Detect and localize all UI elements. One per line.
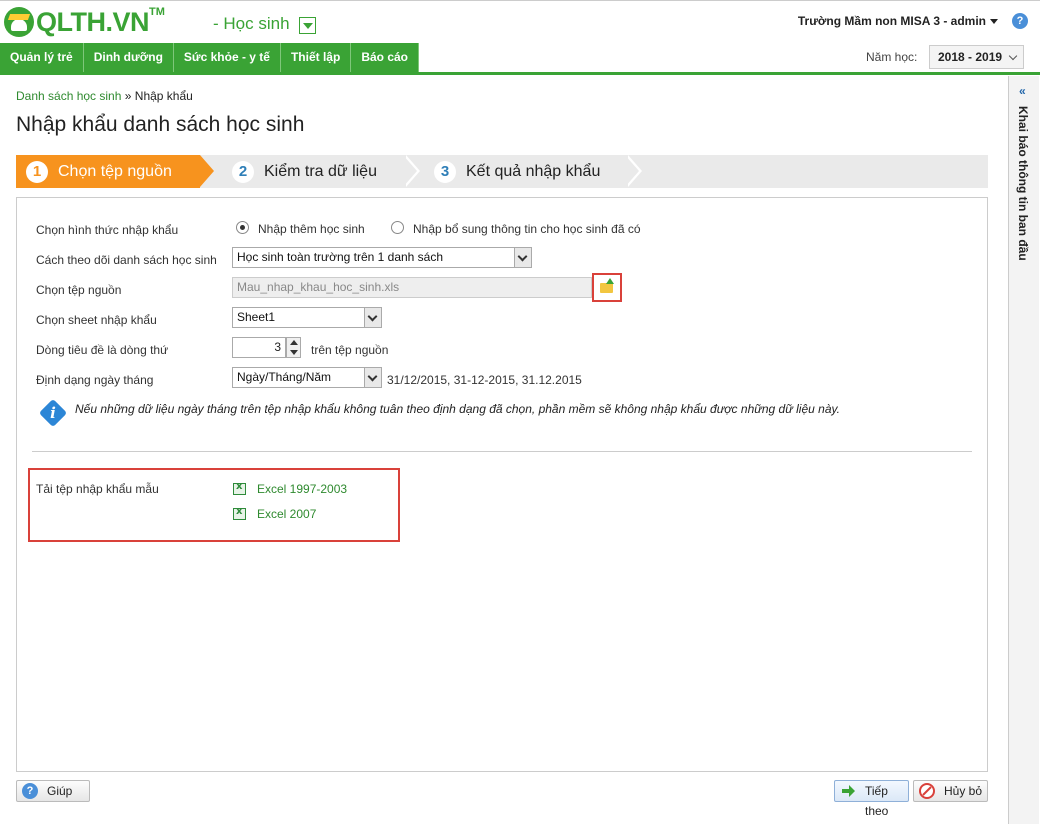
school-user-menu[interactable]: Trường Mầm non MISA 3 - admin xyxy=(798,14,998,28)
step-label: Kiểm tra dữ liệu xyxy=(264,162,377,180)
sheet-select[interactable]: Sheet1 xyxy=(232,307,382,328)
date-format-value: Ngày/Tháng/Năm xyxy=(237,370,332,384)
graduation-cap-icon xyxy=(4,7,34,37)
caret-down-icon xyxy=(990,19,998,25)
step-arrow xyxy=(200,155,214,187)
breadcrumb-separator: » xyxy=(124,89,132,103)
module-dropdown-icon[interactable] xyxy=(299,17,316,34)
header-row-stepper[interactable] xyxy=(286,337,301,358)
header-row-suffix: trên tệp nguồn xyxy=(311,343,389,357)
logo-text: QLTH.VN xyxy=(36,6,150,37)
side-panel-title: Khai báo thông tin ban đầu xyxy=(1016,106,1030,261)
template-label: Tải tệp nhập khẩu mẫu xyxy=(36,482,159,496)
wizard-steps: 1 Chọn tệp nguồn 2 Kiểm tra dữ liệu 3 Kế… xyxy=(16,155,988,188)
folder-open-icon xyxy=(600,283,613,293)
header-row-input[interactable]: 3 xyxy=(232,337,286,358)
school-year-label: Năm học: xyxy=(866,50,918,64)
cancel-button-label: Hủy bỏ xyxy=(944,784,983,798)
chevron-down-icon xyxy=(364,308,381,327)
date-format-note: Nếu những dữ liệu ngày tháng trên tệp nh… xyxy=(75,402,840,416)
cancel-icon xyxy=(919,783,935,799)
step-label: Kết quả nhập khẩu xyxy=(466,162,601,180)
sheet-value: Sheet1 xyxy=(237,310,276,324)
nav-underline xyxy=(0,72,1040,75)
date-format-label: Định dạng ngày tháng xyxy=(36,373,154,387)
date-format-examples: 31/12/2015, 31-12-2015, 31.12.2015 xyxy=(387,373,582,387)
step-arrow-fill xyxy=(403,155,417,187)
help-button-label: Giúp xyxy=(47,784,73,798)
cancel-button[interactable]: Hủy bỏ xyxy=(913,780,988,802)
main-nav: Quản lý trẻ Dinh dưỡng Sức khỏe - y tế T… xyxy=(0,43,419,74)
chevron-down-icon xyxy=(364,368,381,387)
chevron-down-icon xyxy=(1008,51,1018,61)
excel-icon xyxy=(233,481,246,495)
source-file-input[interactable]: Mau_nhap_khau_hoc_sinh.xls xyxy=(232,277,592,298)
radio-supplement-info-label[interactable]: Nhập bổ sung thông tin cho học sinh đã c… xyxy=(413,222,641,236)
template-download-section xyxy=(28,468,400,542)
school-user-label: Trường Mầm non MISA 3 - admin xyxy=(797,14,986,28)
tracking-select[interactable]: Học sinh toàn trường trên 1 danh sách xyxy=(232,247,532,268)
help-icon[interactable]: ? xyxy=(1012,13,1028,29)
spin-up-icon[interactable] xyxy=(290,340,298,345)
radio-add-students-label[interactable]: Nhập thêm học sinh xyxy=(258,222,365,236)
info-glyph: i xyxy=(50,404,56,422)
arrow-right-icon xyxy=(840,783,856,799)
double-chevron-left-icon[interactable]: « xyxy=(1019,84,1026,98)
tracking-value: Học sinh toàn trường trên 1 danh sách xyxy=(237,250,444,264)
browse-file-button[interactable] xyxy=(592,273,622,302)
logo-tm: TM xyxy=(149,6,165,18)
next-button-label: Tiếp theo xyxy=(865,784,889,818)
initial-setup-panel[interactable]: « Khai báo thông tin ban đầu xyxy=(1008,76,1039,824)
import-type-label: Chọn hình thức nhập khẩu xyxy=(36,223,179,237)
step-number: 1 xyxy=(26,160,48,183)
divider xyxy=(32,451,972,452)
tracking-label: Cách theo dõi danh sách học sinh xyxy=(36,253,217,267)
logo[interactable]: QLTH.VN TM xyxy=(4,5,165,39)
school-year-select[interactable]: 2018 - 2019 xyxy=(929,45,1024,69)
nav-thiet-lap[interactable]: Thiết lập xyxy=(280,43,352,72)
radio-add-students[interactable] xyxy=(236,221,249,234)
info-icon: i xyxy=(38,398,68,428)
nav-dinh-duong[interactable]: Dinh dưỡng xyxy=(83,43,174,72)
module-name: - Học sinh xyxy=(213,14,290,33)
arrow-up-icon xyxy=(606,278,614,284)
template-link-excel-1997[interactable]: Excel 1997-2003 xyxy=(257,482,347,496)
help-icon: ? xyxy=(22,783,38,799)
step-import-result: 3 Kết quả nhập khẩu xyxy=(434,155,634,188)
page-title: Nhập khẩu danh sách học sinh xyxy=(16,113,305,136)
nav-bao-cao[interactable]: Báo cáo xyxy=(351,43,419,72)
help-button[interactable]: ? Giúp xyxy=(16,780,90,802)
source-file-label: Chọn tệp nguồn xyxy=(36,283,122,297)
step-choose-source: 1 Chọn tệp nguồn xyxy=(16,155,200,188)
next-button[interactable]: Tiếp theo xyxy=(834,780,909,818)
school-year-value: 2018 - 2019 xyxy=(938,50,1003,64)
step-arrow-fill xyxy=(625,155,639,187)
breadcrumb-student-list[interactable]: Danh sách học sinh xyxy=(16,89,121,103)
nav-quan-ly-tre[interactable]: Quản lý trẻ xyxy=(0,43,84,72)
breadcrumb: Danh sách học sinh » Nhập khẩu xyxy=(16,89,193,103)
breadcrumb-current: Nhập khẩu xyxy=(134,89,193,103)
template-link-excel-2007[interactable]: Excel 2007 xyxy=(257,507,316,521)
date-format-select[interactable]: Ngày/Tháng/Năm xyxy=(232,367,382,388)
step-number: 3 xyxy=(434,160,456,183)
step-label: Chọn tệp nguồn xyxy=(58,162,172,180)
step-check-data: 2 Kiểm tra dữ liệu xyxy=(232,155,402,188)
sheet-label: Chọn sheet nhập khẩu xyxy=(36,313,157,327)
excel-icon xyxy=(233,506,246,520)
chevron-down-icon xyxy=(514,248,531,267)
radio-supplement-info[interactable] xyxy=(391,221,404,234)
import-form: Chọn hình thức nhập khẩu Nhập thêm học s… xyxy=(16,197,988,772)
spin-down-icon[interactable] xyxy=(290,350,298,355)
step-number: 2 xyxy=(232,160,254,183)
nav-suc-khoe[interactable]: Sức khỏe - y tế xyxy=(173,43,281,72)
app-header: QLTH.VN TM - Học sinh Trường Mầm non MIS… xyxy=(0,0,1040,42)
header-row-label: Dòng tiêu đề là dòng thứ xyxy=(36,343,169,357)
